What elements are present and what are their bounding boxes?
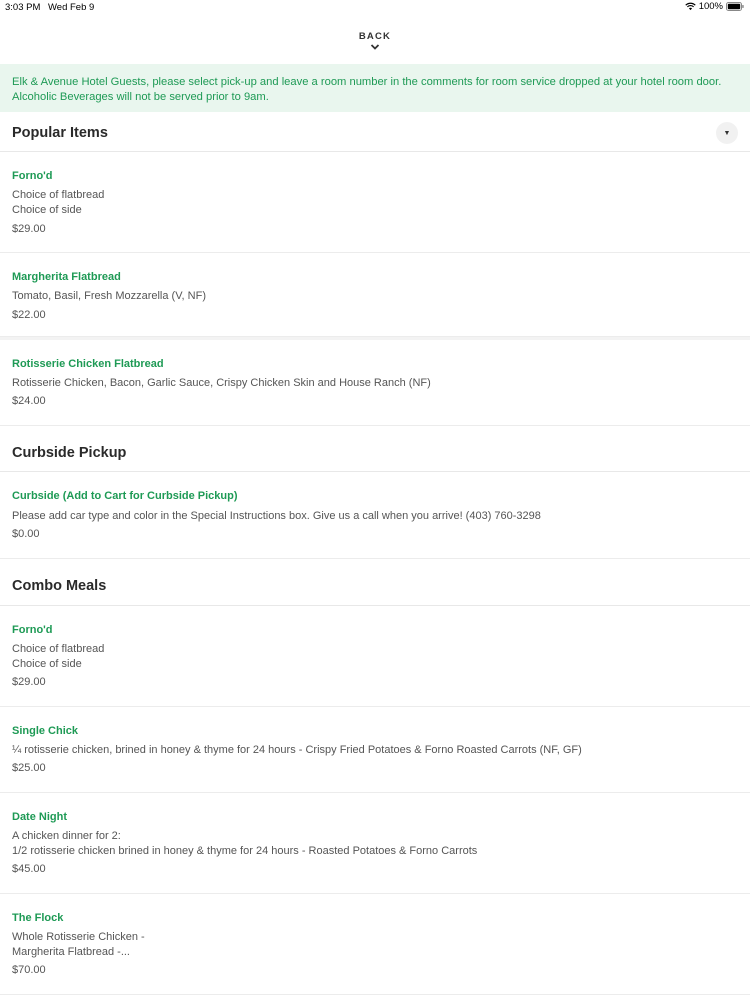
status-time: 3:03 PM	[5, 2, 41, 13]
collapse-button[interactable]: ▼	[716, 122, 738, 144]
item-description: Choice of side	[12, 658, 82, 670]
item-description: Please add car type and color in the Spe…	[12, 510, 541, 522]
item-name: Single Chick	[12, 725, 79, 737]
item-name: Forno'd	[12, 624, 53, 636]
item-description: Margherita Flatbread -...	[12, 946, 130, 958]
status-indicators: 100%	[684, 1, 744, 12]
menu-item[interactable]: Forno'd Choice of flatbread Choice of si…	[0, 152, 750, 253]
item-name: Margherita Flatbread	[12, 271, 121, 283]
item-description: Rotisserie Chicken, Bacon, Garlic Sauce,…	[12, 377, 431, 389]
wifi-icon	[684, 2, 696, 11]
section-title: Popular Items	[12, 125, 108, 141]
item-description: ¼ rotisserie chicken, brined in honey & …	[12, 744, 582, 756]
battery-percent: 100%	[698, 1, 723, 12]
item-price: $70.00	[12, 964, 46, 976]
chevron-down-icon	[370, 44, 380, 50]
menu-item[interactable]: Date Night A chicken dinner for 2: 1/2 r…	[0, 793, 750, 894]
item-description: Choice of flatbread	[12, 643, 105, 655]
battery-icon	[726, 2, 744, 11]
menu-item[interactable]: Forno'd Choice of flatbread Choice of si…	[0, 606, 750, 707]
section-title: Curbside Pickup	[12, 445, 127, 461]
section-title: Combo Meals	[12, 578, 107, 594]
notice-line-2: Alcoholic Beverages will not be served p…	[12, 90, 269, 103]
item-name: Rotisserie Chicken Flatbread	[12, 358, 164, 370]
notice-line-1: Elk & Avenue Hotel Guests, please select…	[12, 76, 722, 88]
item-price: $29.00	[12, 676, 46, 688]
item-price: $24.00	[12, 395, 46, 407]
item-name: Curbside (Add to Cart for Curbside Picku…	[12, 490, 238, 502]
item-description: Choice of flatbread	[12, 189, 105, 201]
status-date: Wed Feb 9	[48, 2, 95, 13]
caret-down-icon: ▼	[723, 129, 731, 137]
menu-item[interactable]: Single Chick ¼ rotisserie chicken, brine…	[0, 707, 750, 793]
item-description: A chicken dinner for 2:	[12, 830, 121, 842]
item-description: 1/2 rotisserie chicken brined in honey &…	[12, 845, 478, 857]
back-label: BACK	[358, 31, 392, 42]
item-description: Choice of side	[12, 204, 82, 216]
item-price: $0.00	[12, 528, 40, 540]
back-button[interactable]: BACK	[0, 26, 750, 58]
menu-item[interactable]: Margherita Flatbread Tomato, Basil, Fres…	[0, 253, 750, 337]
menu-item[interactable]: Rotisserie Chicken Flatbread Rotisserie …	[0, 340, 750, 426]
item-price: $22.00	[12, 309, 46, 321]
item-description: Tomato, Basil, Fresh Mozzarella (V, NF)	[12, 290, 206, 302]
menu-item[interactable]: The Flock Whole Rotisserie Chicken - Mar…	[0, 894, 750, 995]
status-bar: 3:03 PM Wed Feb 9 100%	[0, 0, 750, 16]
section-header-combo: Combo Meals	[0, 559, 750, 606]
item-price: $29.00	[12, 223, 46, 235]
item-name: Date Night	[12, 811, 67, 823]
section-header-popular: Popular Items ▼	[0, 112, 750, 152]
item-name: Forno'd	[12, 170, 53, 182]
section-header-curbside: Curbside Pickup	[0, 426, 750, 472]
item-price: $25.00	[12, 762, 46, 774]
notice-banner: Elk & Avenue Hotel Guests, please select…	[0, 64, 750, 112]
item-name: The Flock	[12, 912, 64, 924]
menu-item[interactable]: Curbside (Add to Cart for Curbside Picku…	[0, 472, 750, 559]
item-price: $45.00	[12, 863, 46, 875]
item-description: Whole Rotisserie Chicken -	[12, 931, 145, 943]
